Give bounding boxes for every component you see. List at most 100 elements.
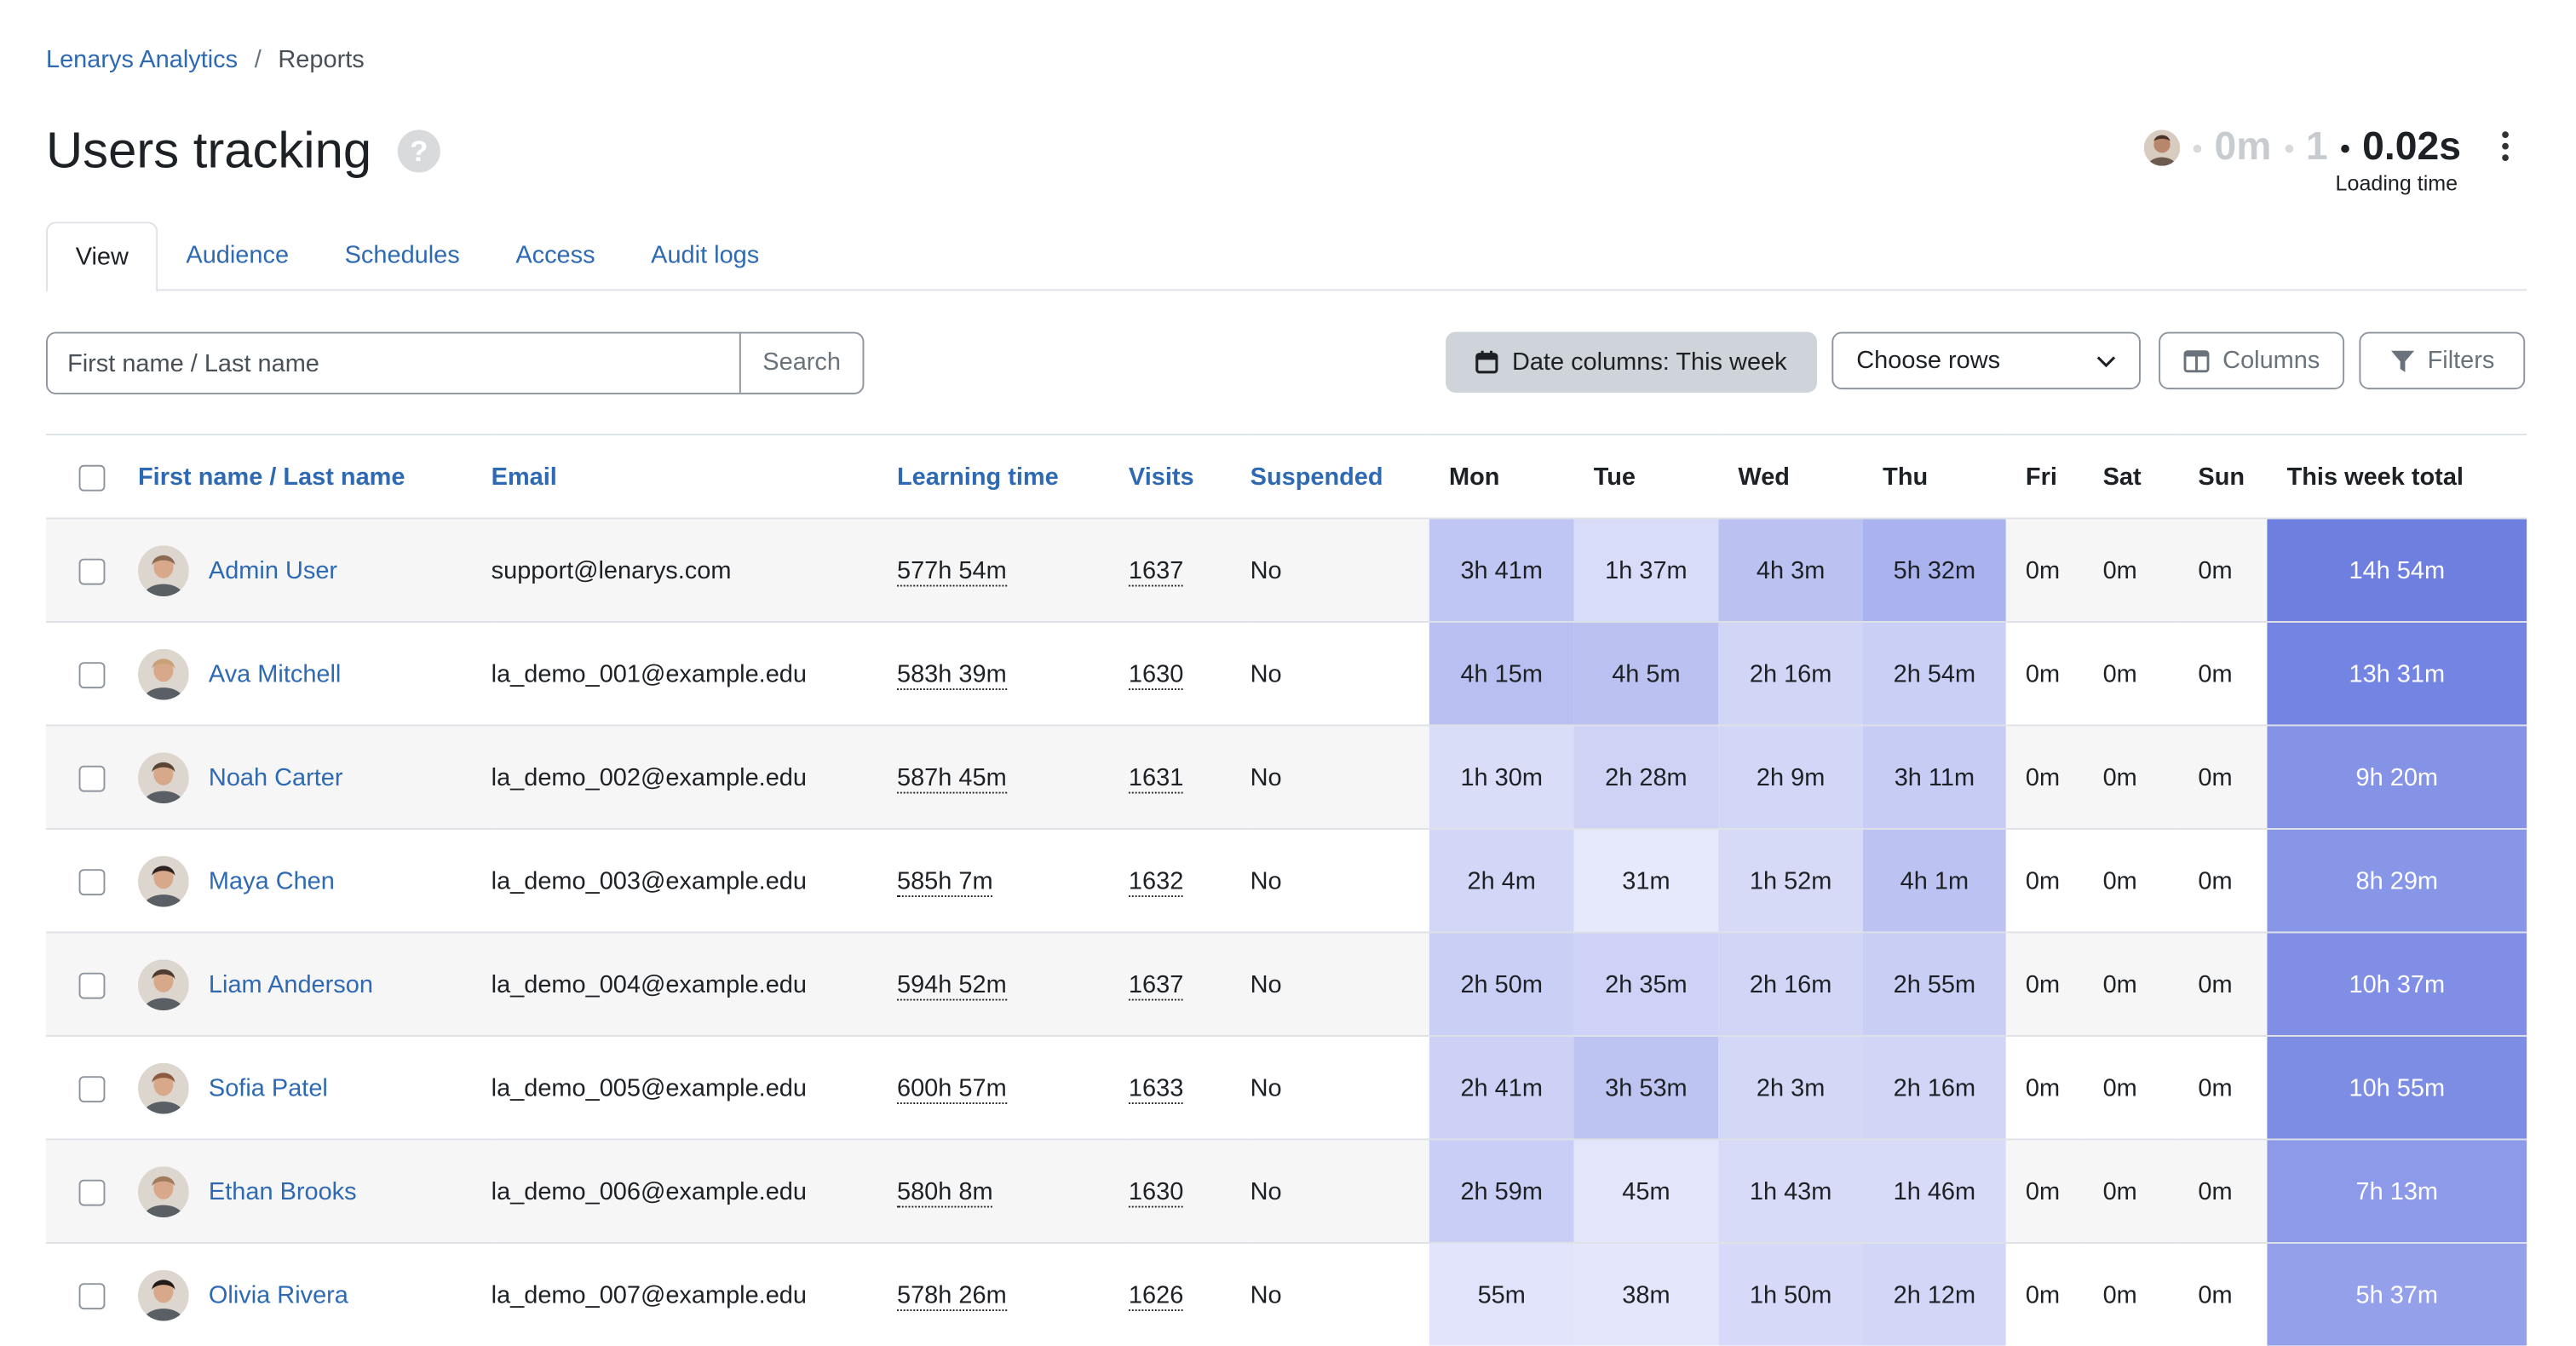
learning-time-value[interactable]: 577h 54m — [896, 555, 1007, 586]
visits-value[interactable]: 1630 — [1128, 1176, 1184, 1207]
day-cell-sat: 0m — [2083, 1242, 2179, 1346]
search-input[interactable] — [47, 333, 739, 393]
visits-value[interactable]: 1633 — [1128, 1073, 1184, 1104]
learning-time-cell: 594h 52m — [896, 931, 1129, 1036]
users-table: First name / Last name Email Learning ti… — [45, 434, 2527, 1346]
learning-time-cell: 583h 39m — [896, 620, 1129, 726]
row-checkbox[interactable] — [78, 764, 106, 791]
visits-value[interactable]: 1632 — [1128, 866, 1184, 897]
visits-cell: 1630 — [1128, 620, 1251, 726]
header-visits[interactable]: Visits — [1128, 434, 1251, 519]
tab-audience[interactable]: Audience — [158, 221, 317, 289]
user-name-link[interactable]: Maya Chen — [209, 866, 335, 894]
header-suspended[interactable]: Suspended — [1250, 434, 1429, 519]
choose-rows-select[interactable]: Choose rows — [1831, 331, 2141, 390]
day-cell-mon: 2h 50m — [1429, 931, 1574, 1036]
row-checkbox[interactable] — [78, 868, 106, 895]
visits-value[interactable]: 1637 — [1128, 555, 1184, 586]
learning-time-value[interactable]: 594h 52m — [896, 969, 1007, 1000]
user-avatar[interactable] — [2143, 129, 2181, 166]
visits-value[interactable]: 1630 — [1128, 659, 1184, 690]
header-learning-time[interactable]: Learning time — [896, 434, 1129, 519]
date-columns-button[interactable]: Date columns: This week — [1446, 331, 1817, 393]
user-name-link[interactable]: Ava Mitchell — [209, 659, 341, 687]
breadcrumb-root-link[interactable]: Lenarys Analytics — [46, 46, 238, 74]
visits-value[interactable]: 1631 — [1128, 762, 1184, 793]
learning-time-value[interactable]: 600h 57m — [896, 1073, 1007, 1104]
visits-value[interactable]: 1637 — [1128, 969, 1184, 1000]
learning-time-value[interactable]: 585h 7m — [896, 866, 993, 897]
visits-cell: 1633 — [1128, 1034, 1251, 1140]
filters-button[interactable]: Filters — [2359, 331, 2526, 390]
tab-schedules[interactable]: Schedules — [317, 221, 488, 289]
user-cell: Maya Chen — [137, 827, 492, 933]
week-total-cell: 10h 55m — [2267, 1034, 2527, 1140]
day-cell-tue: 4h 5m — [1573, 620, 1719, 726]
day-cell-thu: 2h 54m — [1862, 620, 2006, 726]
user-name-link[interactable]: Liam Anderson — [209, 970, 373, 998]
help-icon[interactable]: ? — [397, 129, 440, 173]
week-total-cell: 14h 54m — [2267, 517, 2527, 622]
user-name-link[interactable]: Admin User — [209, 556, 337, 584]
email-cell: la_demo_005@example.edu — [491, 1034, 897, 1140]
row-select-cell — [45, 827, 138, 933]
day-cell-wed: 1h 52m — [1718, 827, 1863, 933]
learning-time-value[interactable]: 580h 8m — [896, 1176, 993, 1207]
breadcrumb-separator: / — [254, 45, 262, 74]
user-name-link[interactable]: Noah Carter — [209, 763, 343, 791]
loading-time-value: 0.02s — [2362, 124, 2461, 170]
row-checkbox[interactable] — [78, 1178, 106, 1205]
header-name[interactable]: First name / Last name — [137, 434, 492, 519]
user-name-link[interactable]: Sofia Patel — [209, 1073, 328, 1102]
user-avatar — [137, 751, 189, 803]
row-select-cell — [45, 517, 138, 622]
day-cell-sun: 0m — [2178, 1242, 2268, 1346]
select-all-checkbox[interactable] — [78, 463, 106, 491]
email-cell: la_demo_002@example.edu — [491, 724, 897, 829]
row-checkbox[interactable] — [78, 1075, 106, 1102]
learning-time-value[interactable]: 583h 39m — [896, 659, 1007, 690]
day-cell-sun: 0m — [2178, 620, 2268, 726]
learning-time-cell: 600h 57m — [896, 1034, 1129, 1140]
search-button[interactable]: Search — [739, 333, 863, 393]
row-select-cell — [45, 1242, 138, 1346]
user-cell: Admin User — [137, 517, 492, 622]
tab-audit-logs[interactable]: Audit logs — [623, 221, 787, 289]
day-cell-sun: 0m — [2178, 1034, 2268, 1140]
tab-view[interactable]: View — [45, 221, 158, 293]
header-email[interactable]: Email — [491, 434, 897, 519]
day-cell-wed: 2h 3m — [1718, 1034, 1863, 1140]
day-cell-mon: 4h 15m — [1429, 620, 1574, 726]
row-checkbox[interactable] — [78, 661, 106, 688]
user-cell: Ethan Brooks — [137, 1138, 492, 1243]
table-row: Ethan Brooks la_demo_006@example.edu 580h … — [45, 1138, 2527, 1243]
day-cell-sat: 0m — [2083, 1138, 2179, 1243]
user-cell: Olivia Rivera — [137, 1242, 492, 1346]
row-checkbox[interactable] — [78, 1282, 106, 1309]
user-cell: Sofia Patel — [137, 1034, 492, 1140]
day-cell-thu: 2h 12m — [1862, 1242, 2006, 1346]
row-select-cell — [45, 1034, 138, 1140]
row-checkbox[interactable] — [78, 557, 106, 584]
suspended-cell: No — [1250, 620, 1429, 726]
header-tue: Tue — [1573, 434, 1719, 519]
row-checkbox[interactable] — [78, 971, 106, 998]
page-title: Users tracking — [45, 121, 372, 180]
more-options-icon[interactable] — [2500, 131, 2510, 161]
day-cell-fri: 0m — [2005, 724, 2084, 829]
learning-time-value[interactable]: 587h 45m — [896, 762, 1007, 793]
tab-access[interactable]: Access — [488, 221, 624, 289]
user-name-link[interactable]: Ethan Brooks — [209, 1177, 357, 1205]
user-name-link[interactable]: Olivia Rivera — [209, 1280, 348, 1309]
separator-dot — [2284, 143, 2293, 152]
visits-cell: 1631 — [1128, 724, 1251, 829]
columns-button[interactable]: Columns — [2159, 331, 2345, 390]
learning-time-value[interactable]: 578h 26m — [896, 1280, 1007, 1311]
week-total-cell: 7h 13m — [2267, 1138, 2527, 1243]
day-cell-wed: 2h 16m — [1718, 931, 1863, 1036]
user-cell: Ava Mitchell — [137, 620, 492, 726]
columns-label: Columns — [2222, 346, 2320, 375]
table-body: Admin User support@lenarys.com 577h 54m 163… — [45, 517, 2527, 1346]
visits-value[interactable]: 1626 — [1128, 1280, 1184, 1311]
row-select-cell — [45, 1138, 138, 1243]
